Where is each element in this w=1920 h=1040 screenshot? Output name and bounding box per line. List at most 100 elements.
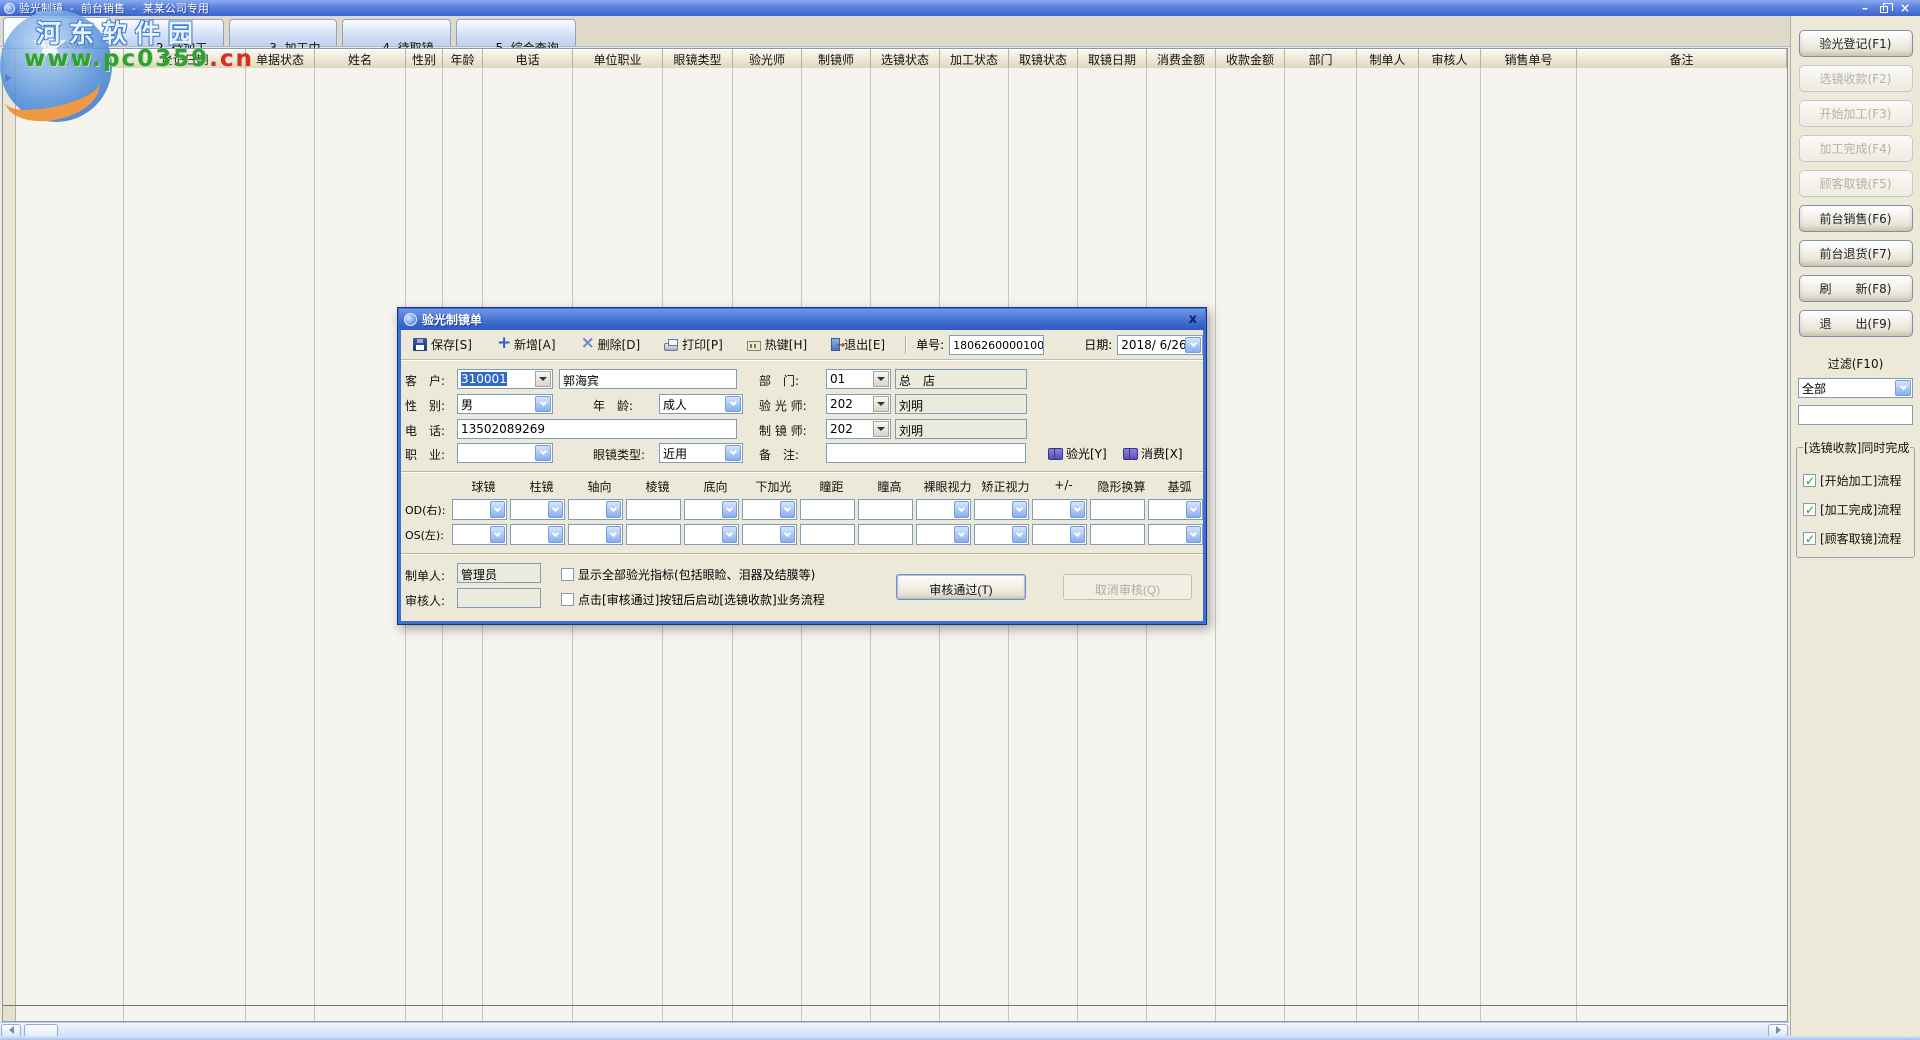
table-column-header[interactable]: 电话 — [483, 49, 573, 68]
filter-select[interactable]: 全部 — [1798, 378, 1913, 398]
chevron-down-icon[interactable] — [954, 501, 969, 518]
prescription-cell[interactable] — [626, 499, 681, 520]
order-no-input[interactable]: 180626000010001 — [949, 335, 1044, 355]
chevron-down-icon[interactable] — [535, 396, 551, 412]
table-column-header[interactable]: 单位职业 — [573, 49, 663, 68]
prescription-cell[interactable] — [916, 524, 971, 545]
sidebar-action-button[interactable]: 前台销售(F6) — [1799, 205, 1913, 232]
auto-start-flow-option[interactable]: 点击[审核通过]按钮后启动[选镜收款]业务流程 — [561, 591, 825, 608]
sidebar-action-button[interactable]: 刷 新(F8) — [1799, 275, 1913, 302]
table-column-header[interactable]: 审核人 — [1419, 49, 1481, 68]
checkbox-icon[interactable] — [1803, 532, 1816, 545]
chevron-down-icon[interactable] — [606, 526, 621, 543]
prescription-cell[interactable] — [916, 499, 971, 520]
prescription-cell[interactable] — [800, 524, 855, 545]
prescription-cell[interactable] — [510, 499, 565, 520]
chevron-down-icon[interactable] — [548, 501, 563, 518]
optometry-button[interactable]: 验光[Y] — [1048, 443, 1107, 463]
sidebar-action-button[interactable]: 加工完成(F4) — [1799, 135, 1913, 162]
table-column-header[interactable]: 部门 — [1285, 49, 1357, 68]
chevron-down-icon[interactable] — [954, 526, 969, 543]
customer-code-select[interactable]: 310001 — [457, 369, 553, 389]
approve-button[interactable]: 审核通过(T) — [896, 574, 1026, 600]
toolbar-button[interactable]: 退出[E] — [825, 333, 891, 356]
gender-select[interactable]: 男 — [457, 394, 553, 414]
horizontal-scrollbar[interactable] — [0, 1022, 1789, 1037]
table-column-header[interactable]: 销售单号 — [1481, 49, 1577, 68]
table-column-header[interactable]: 制单人 — [1357, 49, 1419, 68]
lens-maker-code-select[interactable]: 202 — [826, 419, 891, 439]
workflow-tab[interactable]: 2. 待加工 — [116, 19, 224, 46]
date-select[interactable]: 2018/ 6/26 — [1117, 335, 1203, 355]
checkbox-icon[interactable] — [1803, 503, 1816, 516]
chevron-down-icon[interactable] — [780, 526, 795, 543]
scrollbar-thumb[interactable] — [24, 1024, 58, 1037]
chevron-down-icon[interactable] — [722, 501, 737, 518]
toolbar-button[interactable]: 热键[H] — [741, 333, 813, 356]
dropdown-arrow-icon[interactable] — [873, 421, 889, 437]
chevron-down-icon[interactable] — [725, 445, 741, 461]
dialog-titlebar[interactable]: 验光制镜单 x — [399, 309, 1205, 330]
flow-option[interactable]: [加工完成]流程 — [1803, 501, 1912, 518]
chevron-down-icon[interactable] — [1070, 526, 1085, 543]
prescription-cell[interactable] — [452, 499, 507, 520]
prescription-cell[interactable] — [1090, 524, 1145, 545]
sidebar-action-button[interactable]: 顾客取镜(F5) — [1799, 170, 1913, 197]
chevron-down-icon[interactable] — [1012, 526, 1027, 543]
cancel-audit-button[interactable]: 取消审核(Q) — [1063, 574, 1192, 600]
table-column-header[interactable]: 取镜状态 — [1009, 49, 1078, 68]
chevron-down-icon[interactable] — [490, 501, 505, 518]
restore-icon[interactable] — [1880, 2, 1888, 14]
chevron-down-icon[interactable] — [725, 396, 741, 412]
prescription-cell[interactable] — [626, 524, 681, 545]
prescription-cell[interactable] — [742, 499, 797, 520]
chevron-down-icon[interactable] — [606, 501, 621, 518]
workflow-tab[interactable]: 5. 综合查询 — [456, 19, 576, 46]
prescription-cell[interactable] — [1032, 499, 1087, 520]
prescription-cell[interactable] — [742, 524, 797, 545]
table-column-header[interactable]: 制镜师 — [802, 49, 871, 68]
prescription-cell[interactable] — [1148, 499, 1203, 520]
prescription-cell[interactable] — [1032, 524, 1087, 545]
prescription-cell[interactable] — [974, 524, 1029, 545]
prescription-cell[interactable] — [568, 524, 623, 545]
prescription-cell[interactable] — [858, 499, 913, 520]
chevron-down-icon[interactable] — [780, 501, 795, 518]
prescription-cell[interactable] — [800, 499, 855, 520]
chevron-down-icon[interactable] — [1895, 380, 1911, 396]
prescription-cell[interactable] — [1148, 524, 1203, 545]
chevron-down-icon[interactable] — [490, 526, 505, 543]
show-all-indicators-option[interactable]: 显示全部验光指标(包括眼睑、泪器及结膜等) — [561, 566, 815, 583]
prescription-cell[interactable] — [452, 524, 507, 545]
age-select[interactable]: 成人 — [659, 394, 743, 414]
table-column-header[interactable]: 性别 — [406, 49, 443, 68]
chevron-down-icon[interactable] — [1185, 337, 1201, 353]
table-column-header[interactable]: 收款金额 — [1216, 49, 1285, 68]
sidebar-action-button[interactable]: 验光登记(F1) — [1799, 30, 1913, 57]
table-column-header[interactable]: 年龄 — [443, 49, 483, 68]
occupation-select[interactable] — [457, 443, 553, 463]
filter-input[interactable] — [1798, 405, 1913, 425]
scroll-right-button[interactable] — [1768, 1024, 1788, 1037]
table-column-header[interactable]: 选镜状态 — [871, 49, 940, 68]
chevron-down-icon[interactable] — [1186, 501, 1201, 518]
window-titlebar[interactable]: 验光制镜 - 前台销售 - 某某公司专用 – × — [0, 0, 1920, 16]
table-column-header[interactable]: 验光单号 — [16, 49, 124, 68]
optometrist-code-select[interactable]: 202 — [826, 394, 891, 414]
chevron-down-icon[interactable] — [548, 526, 563, 543]
table-column-header-remark[interactable]: 备注 — [1577, 49, 1787, 68]
table-column-header[interactable]: 取镜日期 — [1078, 49, 1147, 68]
prescription-cell[interactable] — [1090, 499, 1145, 520]
remark-input[interactable] — [826, 443, 1026, 463]
chevron-down-icon[interactable] — [722, 526, 737, 543]
prescription-cell[interactable] — [568, 499, 623, 520]
dropdown-arrow-icon[interactable] — [873, 396, 889, 412]
flow-option[interactable]: [开始加工]流程 — [1803, 472, 1912, 489]
sidebar-action-button[interactable]: 选镜收款(F2) — [1799, 65, 1913, 92]
dropdown-arrow-icon[interactable] — [535, 371, 551, 387]
customer-name-input[interactable]: 郭海宾 — [559, 369, 737, 389]
phone-input[interactable]: 13502089269 — [457, 419, 737, 439]
minimize-icon[interactable]: – — [1862, 2, 1868, 14]
checkbox-icon[interactable] — [561, 593, 574, 606]
flow-option[interactable]: [顾客取镜]流程 — [1803, 530, 1912, 547]
